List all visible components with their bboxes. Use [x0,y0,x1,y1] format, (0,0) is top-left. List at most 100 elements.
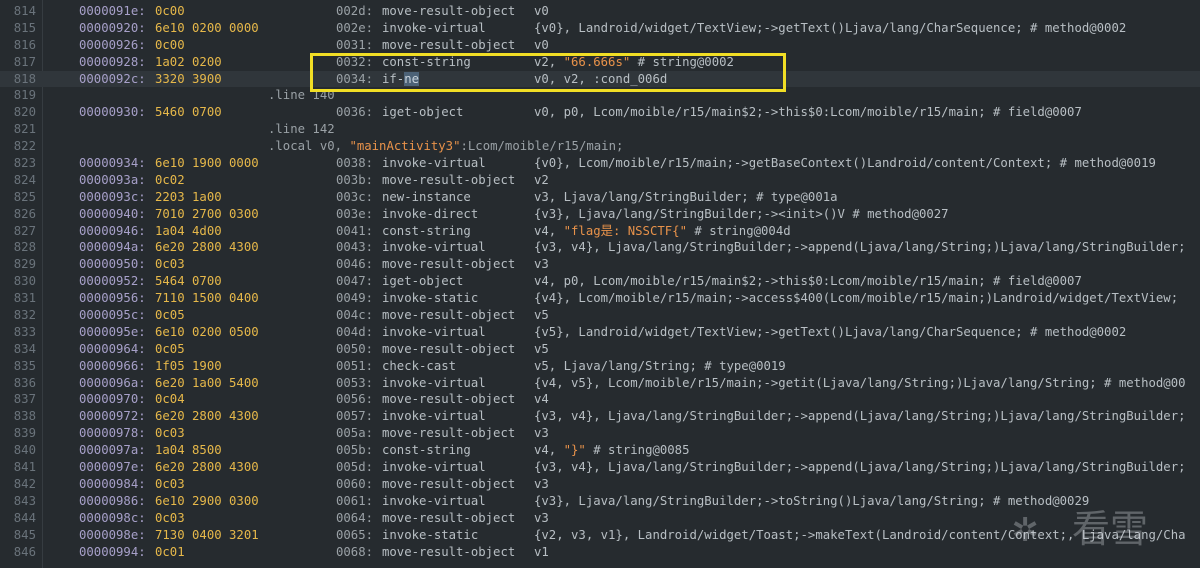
code-line[interactable]: 822 .local v0, "mainActivity3":Lcom/moibl… [0,138,1200,155]
operand-text: v0 [534,4,549,18]
operand-text: v3 [534,426,549,441]
code-line[interactable]: 835 00000966: 1f05 1900 0051: check-cast v5, … [0,358,1200,375]
instruction: invoke-direct [382,206,479,221]
opcode-bytes: 7010 2700 0300 [155,206,259,221]
instruction: check-cast [382,358,457,373]
offset: 0064: [336,510,374,525]
code-line[interactable]: 819 .line 140 [0,87,1200,104]
instruction: move-result-object [382,426,516,441]
operands: {v4, v5}, Lcom/moible/r15/main;->getit(L… [534,375,1186,392]
operand-text: # string@004d [686,223,791,238]
operand-text: v2 [534,172,549,187]
operand-text: {v2, v3, v1}, Landroid/widget/Toast;->ma… [534,527,1186,542]
string-literal: "}" [563,443,586,458]
code-line[interactable]: 814 0000091e: 0c00 002d: move-result-object v… [0,3,1200,20]
instruction: const-string [382,54,471,69]
instruction: move-result-object [382,257,516,272]
instruction: invoke-virtual [382,375,486,390]
operand-text: {v0}, Lcom/moible/r15/main;->getBaseCont… [534,156,1156,171]
code-line[interactable]: 824 0000093a: 0c02 003b: move-result-object v… [0,172,1200,189]
instruction: new-instance [382,189,471,204]
operand-text: {v4, v5}, Lcom/moible/r15/main;->getit(L… [534,375,1186,390]
instruction: move-result-object [382,172,516,187]
code-line[interactable]: 830 00000952: 5464 0700 0047: iget-object v4,… [0,273,1200,290]
code-line[interactable]: 832 0000095c: 0c05 004c: move-result-object v… [0,307,1200,324]
opcode-bytes: 7130 0400 3201 [155,527,259,542]
code-line[interactable]: 828 0000094a: 6e20 2800 4300 0043: invoke-vi… [0,239,1200,256]
operand-text: v4 [534,392,549,407]
code-line[interactable]: 827 00000946: 1a04 4d00 0041: const-string v4… [0,223,1200,240]
offset: 0046: [336,257,374,272]
operands: v3, Ljava/lang/StringBuilder; # type@001… [534,189,838,206]
code-lines: 814 0000091e: 0c00 002d: move-result-object v… [0,3,1200,560]
operand-text: v4, [534,443,564,458]
operand-text: v3, Ljava/lang/StringBuilder; # type@001… [534,189,838,204]
address: 0000094a: [79,240,146,255]
offset: 0056: [336,392,374,407]
operands: {v0}, Landroid/widget/TextView;->getText… [534,20,1126,37]
code-line[interactable]: 826 00000940: 7010 2700 0300 003e: invoke-di… [0,206,1200,223]
line-number: 844 [13,510,36,525]
opcode-bytes: 0c04 [155,392,185,407]
code-line[interactable]: 840 0000097a: 1a04 8500 005b: const-string v4… [0,442,1200,459]
address: 00000946: [79,223,146,238]
operands: v0 [534,37,549,54]
code-line[interactable]: 846 00000994: 0c01 0068: move-result-object v… [0,544,1200,561]
code-line[interactable]: 841 0000097e: 6e20 2800 4300 005d: invoke-vi… [0,459,1200,476]
code-line[interactable]: 816 00000926: 0c00 0031: move-result-object v… [0,37,1200,54]
line-number: 822 [13,139,36,154]
code-line[interactable]: 843 00000986: 6e10 2900 0300 0061: invoke-vi… [0,493,1200,510]
operands: v4 [534,391,549,408]
code-line[interactable]: 836 0000096a: 6e20 1a00 5400 0053: invoke-vi… [0,375,1200,392]
line-number: 825 [13,189,36,204]
line-number: 842 [13,476,36,491]
offset: 0057: [336,409,374,424]
address: 00000920: [79,20,146,35]
opcode-bytes: 0c01 [155,544,185,559]
offset: 005d: [336,460,374,475]
string-literal: "flag是: NSSCTF{" [563,223,687,238]
offset: 0041: [336,223,374,238]
opcode-bytes: 5464 0700 [155,274,222,289]
code-line[interactable]: 820 00000930: 5460 0700 0036: iget-object v0,… [0,104,1200,121]
code-line[interactable]: 821 .line 142 [0,121,1200,138]
code-line[interactable]: 829 00000950: 0c03 0046: move-result-object v… [0,256,1200,273]
instruction: move-result-object [382,476,516,491]
code-line[interactable]: 815 00000920: 6e10 0200 0000 002e: invoke-vi… [0,20,1200,37]
offset: 003c: [336,189,374,204]
smali-code-editor[interactable]: 814 0000091e: 0c00 002d: move-result-object v… [0,0,1200,568]
code-line[interactable]: 818 0000092c: 3320 3900 0034: if-ne v0, v2, :… [0,70,1200,88]
text-selection[interactable]: ne [404,71,420,86]
code-line[interactable]: 839 00000978: 0c03 005a: move-result-object v… [0,425,1200,442]
code-line[interactable]: 833 0000095e: 6e10 0200 0500 004d: invoke-vi… [0,324,1200,341]
operands: {v5}, Landroid/widget/TextView;->getText… [534,324,1126,341]
operands: v3 [534,425,549,442]
code-line[interactable]: 837 00000970: 0c04 0056: move-result-object v… [0,391,1200,408]
code-line[interactable]: 817 00000928: 1a02 0200 0032: const-string v2… [0,54,1200,71]
code-line[interactable]: 844 0000098c: 0c03 0064: move-result-object v… [0,510,1200,527]
operand-text: {v4}, Lcom/moible/r15/main;->access$400(… [534,291,1179,306]
address: 00000978: [79,426,146,441]
instruction: move-result-object [382,510,516,525]
instruction: invoke-virtual [382,156,486,171]
code-line[interactable]: 842 00000984: 0c03 0060: move-result-object v… [0,476,1200,493]
line-number: 828 [13,240,36,255]
instruction: invoke-virtual [382,493,486,508]
opcode-bytes: 6e10 0200 0500 [155,324,259,339]
address: 00000984: [79,476,146,491]
code-line[interactable]: 834 00000964: 0c05 0050: move-result-object v… [0,341,1200,358]
code-line[interactable]: 823 00000934: 6e10 1900 0000 0038: invoke-vi… [0,155,1200,172]
code-line[interactable]: 825 0000093c: 2203 1a00 003c: new-instance v3… [0,189,1200,206]
code-line[interactable]: 838 00000972: 6e20 2800 4300 0057: invoke-vi… [0,408,1200,425]
address: 00000966: [79,358,146,373]
operand-text: v4, p0, Lcom/moible/r15/main$2;->this$0:… [534,274,1082,289]
offset: 0050: [336,341,374,356]
offset: 004d: [336,324,374,339]
operands: v5 [534,307,549,324]
opcode-bytes: 6e10 1900 0000 [155,156,259,171]
operands: v2 [534,172,549,189]
address: 0000095e: [79,324,146,339]
code-line[interactable]: 845 0000098e: 7130 0400 3201 0065: invoke-st… [0,527,1200,544]
code-line[interactable]: 831 00000956: 7110 1500 0400 0049: invoke-st… [0,290,1200,307]
address: 00000928: [79,54,146,69]
